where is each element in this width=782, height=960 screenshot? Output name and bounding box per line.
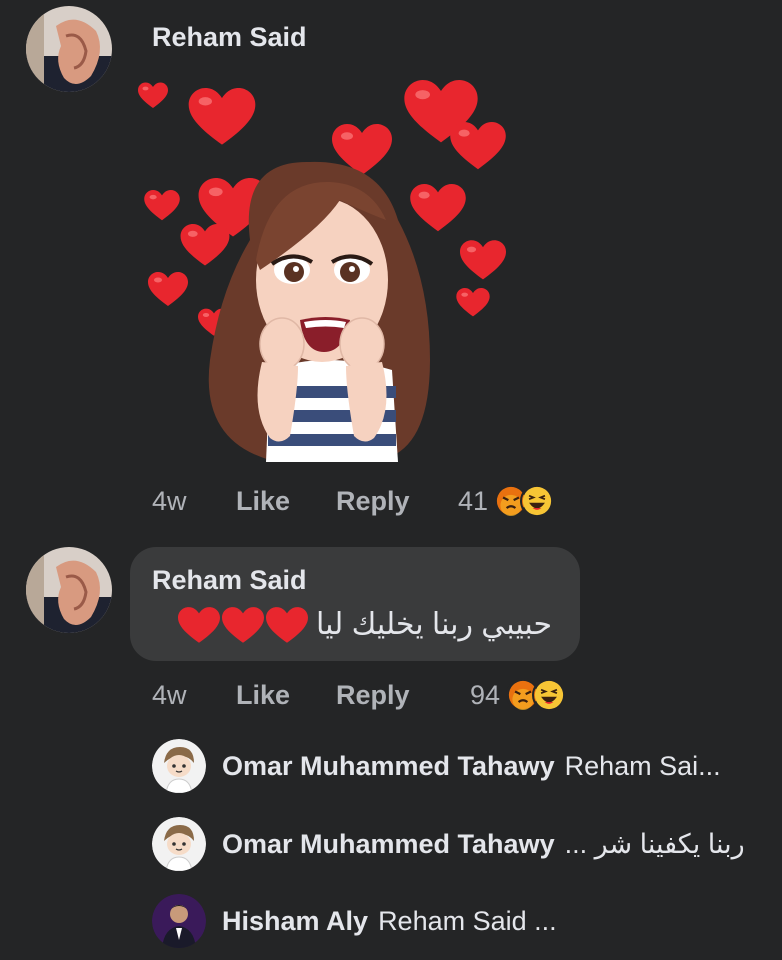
haha-react-icon[interactable] bbox=[532, 678, 567, 712]
avatar[interactable] bbox=[152, 817, 206, 871]
reply-button[interactable]: Reply bbox=[336, 486, 458, 517]
reaction-count[interactable]: 94 bbox=[470, 680, 500, 711]
reply-text: Reham Sai... bbox=[564, 750, 721, 781]
comment-time[interactable]: 4w bbox=[152, 680, 236, 711]
like-button[interactable]: Like bbox=[236, 680, 336, 711]
comment-time[interactable]: 4w bbox=[152, 486, 236, 517]
avatar[interactable] bbox=[152, 894, 206, 948]
comment-author[interactable]: Reham Said bbox=[152, 565, 307, 596]
haha-react-icon[interactable] bbox=[520, 484, 555, 518]
reply-preview[interactable]: Hisham Aly Reham Said ... bbox=[152, 893, 557, 949]
profile-photo-icon bbox=[26, 6, 112, 92]
reply-author[interactable]: Omar Muhammed Tahawy bbox=[222, 829, 555, 860]
comment-actions: 4w Like Reply 94 bbox=[152, 675, 567, 715]
comment-bubble: Reham Said حبيبي ربنا يخليك ليا bbox=[130, 547, 580, 661]
reply-preview[interactable]: Omar Muhammed Tahawy ربنا يكفينا شر ... bbox=[152, 816, 745, 872]
avatar[interactable] bbox=[26, 547, 112, 633]
reply-text: ربنا يكفينا شر ... bbox=[564, 828, 745, 859]
hearts-emoji bbox=[177, 607, 308, 645]
comment-actions: 4w Like Reply 41 bbox=[152, 481, 555, 521]
comment-author[interactable]: Reham Said bbox=[152, 22, 307, 53]
like-button[interactable]: Like bbox=[236, 486, 336, 517]
avatar-sticker-image bbox=[130, 70, 520, 470]
reply-button[interactable]: Reply bbox=[336, 680, 470, 711]
profile-photo-icon bbox=[152, 894, 206, 948]
reaction-count[interactable]: 41 bbox=[458, 486, 488, 517]
comment-text-content: حبيبي ربنا يخليك ليا bbox=[315, 608, 552, 641]
profile-photo-icon bbox=[26, 547, 112, 633]
reply-preview[interactable]: Omar Muhammed Tahawy Reham Sai... bbox=[152, 738, 721, 794]
heart-icon bbox=[221, 607, 264, 643]
comment-text: حبيبي ربنا يخليك ليا bbox=[177, 607, 552, 645]
cartoon-boy-avatar-icon bbox=[152, 817, 206, 871]
avatar[interactable] bbox=[26, 6, 112, 92]
reply-text: Reham Said ... bbox=[378, 905, 557, 936]
cartoon-boy-avatar-icon bbox=[152, 739, 206, 793]
reply-author[interactable]: Omar Muhammed Tahawy bbox=[222, 751, 555, 782]
reply-author[interactable]: Hisham Aly bbox=[222, 906, 368, 937]
heart-icon bbox=[177, 607, 220, 643]
avatar[interactable] bbox=[152, 739, 206, 793]
heart-icon bbox=[265, 607, 308, 643]
